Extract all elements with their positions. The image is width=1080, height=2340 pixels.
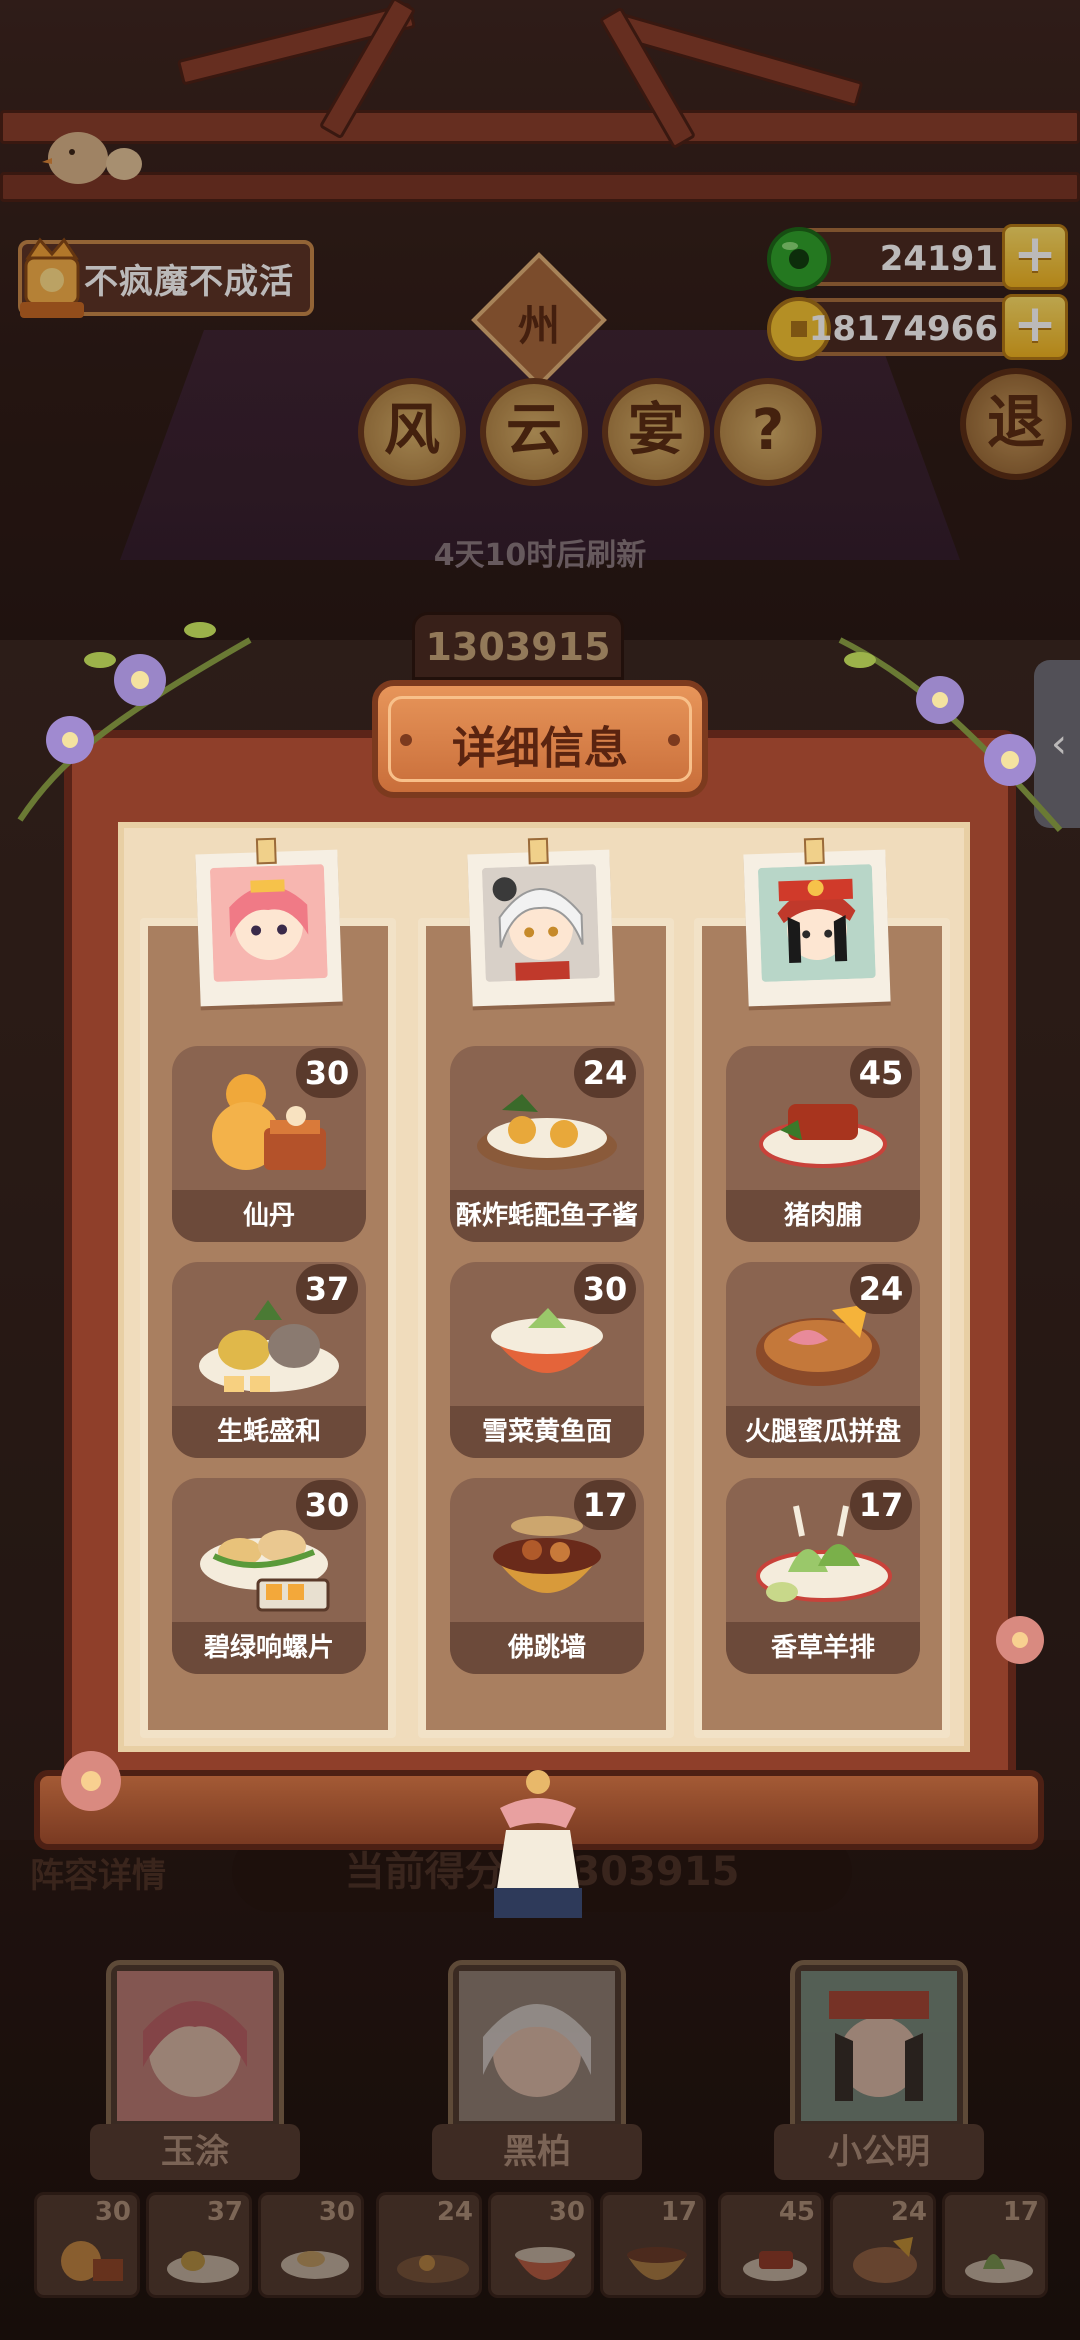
lineup-dish-count: 30 [548, 2197, 585, 2227]
dish-card[interactable]: 24 火腿蜜瓜拼盘 [726, 1262, 920, 1458]
lineup-dish-slot[interactable]: 24 [830, 2192, 936, 2298]
heibai-avatar-icon [481, 864, 600, 982]
dish-count: 30 [296, 1480, 358, 1530]
lineup-dish-slot[interactable]: 30 [488, 2192, 594, 2298]
pin-icon [255, 837, 277, 865]
dish-name: 香草羊排 [726, 1622, 920, 1674]
fried-oyster-icon [397, 2255, 469, 2283]
dialog-title: 详细信息 [452, 723, 628, 774]
dish-card[interactable]: 37 生蚝盛和 [172, 1262, 366, 1458]
dish-card[interactable]: 30 碧绿响螺片 [172, 1478, 366, 1674]
xiaogongming-avatar-icon [801, 1971, 957, 2121]
dish-count: 24 [574, 1048, 636, 1098]
tassel-close-icon[interactable] [486, 1768, 590, 1918]
lineup-member-name: 玉涂 [90, 2124, 300, 2180]
gourd-pill-icon [61, 2241, 123, 2281]
lineup-member-name: 小公明 [774, 2124, 984, 2180]
dish-count: 45 [850, 1048, 912, 1098]
dish-name: 佛跳墙 [450, 1622, 644, 1674]
xiaogongming-avatar-icon [757, 864, 876, 982]
dish-count: 37 [296, 1264, 358, 1314]
lineup-dish-slot[interactable]: 45 [718, 2192, 824, 2298]
lineup-dish-count: 17 [660, 2197, 697, 2227]
lineup-dish-count: 24 [436, 2197, 473, 2227]
dish-name: 火腿蜜瓜拼盘 [726, 1406, 920, 1458]
dish-count: 17 [574, 1480, 636, 1530]
dish-count: 30 [574, 1264, 636, 1314]
dish-card[interactable]: 24 酥炸蚝配鱼子酱 [450, 1046, 644, 1242]
lineup-dish-slot[interactable]: 17 [942, 2192, 1048, 2298]
buddha-jumps-wall-icon [627, 2247, 687, 2280]
heibai-avatar-icon [459, 1971, 615, 2121]
pork-jerky-icon [743, 2251, 807, 2281]
noodle-bowl-icon [515, 2247, 575, 2280]
dish-name: 生蚝盛和 [172, 1406, 366, 1458]
lineup-dish-count: 17 [1002, 2197, 1039, 2227]
lineup-dish-count: 30 [94, 2197, 131, 2227]
yutu-avatar-icon [117, 1971, 273, 2121]
character-portrait-heibai[interactable] [467, 837, 615, 1007]
lineup-dish-slot[interactable]: 30 [258, 2192, 364, 2298]
conch-slices-icon [281, 2251, 349, 2279]
ham-melon-platter-icon [853, 2237, 917, 2283]
oyster-platter-icon [167, 2251, 239, 2283]
dish-card[interactable]: 17 佛跳墙 [450, 1478, 644, 1674]
lineup-dish-count: 24 [890, 2197, 927, 2227]
lineup-dish-slot[interactable]: 24 [376, 2192, 482, 2298]
dish-card[interactable]: 17 香草羊排 [726, 1478, 920, 1674]
lineup-dish-count: 37 [206, 2197, 243, 2227]
lineup-dish-count: 45 [778, 2197, 815, 2227]
dish-name: 仙丹 [172, 1190, 366, 1242]
dish-card[interactable]: 30 仙丹 [172, 1046, 366, 1242]
pin-icon [527, 837, 549, 865]
lineup-dish-slot[interactable]: 37 [146, 2192, 252, 2298]
lineup-dish-count: 30 [318, 2197, 355, 2227]
yutu-avatar-icon [209, 864, 328, 982]
dish-name: 酥炸蚝配鱼子酱 [450, 1190, 644, 1242]
lineup-dish-slot[interactable]: 17 [600, 2192, 706, 2298]
dish-count: 17 [850, 1480, 912, 1530]
blossom-decoration [61, 1751, 121, 1811]
dish-count: 30 [296, 1048, 358, 1098]
lamb-chop-icon [965, 2254, 1033, 2283]
dish-card[interactable]: 45 猪肉脯 [726, 1046, 920, 1242]
dish-count: 24 [850, 1264, 912, 1314]
character-portrait-xiaogongming[interactable] [743, 837, 891, 1007]
flower-vine-decoration [838, 637, 1063, 832]
dish-name: 碧绿响螺片 [172, 1622, 366, 1674]
dish-card[interactable]: 30 雪菜黄鱼面 [450, 1262, 644, 1458]
lineup-dish-slot[interactable]: 30 [34, 2192, 140, 2298]
dish-name: 雪菜黄鱼面 [450, 1406, 644, 1458]
pin-icon [803, 837, 825, 865]
lineup-member-name: 黑柏 [432, 2124, 642, 2180]
dish-name: 猪肉脯 [726, 1190, 920, 1242]
blossom-decoration [996, 1616, 1044, 1664]
flower-vine-decoration [17, 622, 252, 822]
character-portrait-yutu[interactable] [195, 837, 343, 1007]
